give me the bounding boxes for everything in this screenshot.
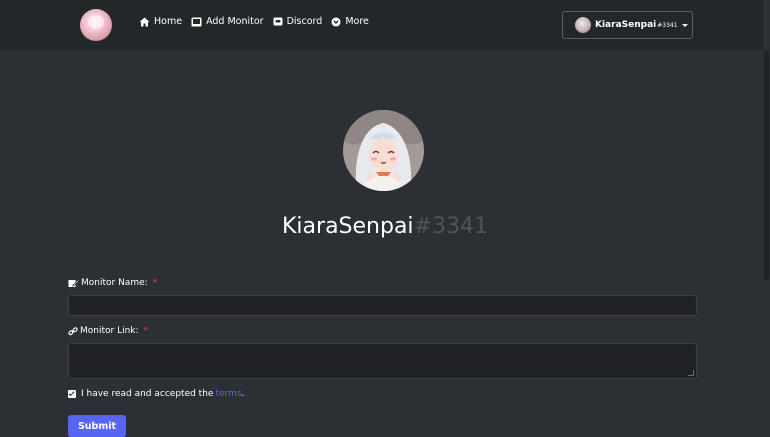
profile-discriminator: #3341 [413,214,488,239]
link-icon [68,326,78,335]
nav-item-label: Add Monitor [206,16,264,27]
profile-avatar [343,110,424,191]
user-tag: #3341 [657,21,678,29]
brand-logo-avatar[interactable] [80,9,112,41]
nav-links: Home Add Monitor Discord More [139,16,369,27]
nav-item-label: Discord [286,16,323,27]
monitor-name-input[interactable] [68,295,697,316]
nav-item-more[interactable]: More [331,16,369,27]
nav-item-label: More [345,16,369,27]
nav-item-label: Home [154,16,183,27]
terms-link-wrap: terms. [215,389,244,399]
user-dropdown[interactable]: KiaraSenpai #3341 [562,11,693,39]
caret-down-icon [681,23,688,27]
monitor-link-label: Monitor Link: * [68,326,148,336]
terms-checkbox[interactable] [68,390,76,398]
required-asterisk: * [143,326,149,336]
nav-item-add-monitor[interactable]: Add Monitor [191,16,264,27]
monitor-name-label: Monitor Name: * [68,278,157,288]
submit-button[interactable]: Submit [68,415,126,437]
edit-icon [68,279,79,287]
monitor-name-label-text: Monitor Name: [81,278,148,288]
required-asterisk: * [152,278,158,288]
nav-item-home[interactable]: Home [139,16,182,27]
chevron-circle-down-icon [331,17,341,26]
home-icon [139,17,150,26]
terms-text: I have read and accepted the [81,389,214,399]
terms-row: I have read and accepted the terms. [68,389,244,399]
discord-icon [273,17,283,25]
navbar: Home Add Monitor Discord More KiaraSenpa… [0,0,770,50]
profile-name-text: KiaraSenpai [282,214,414,239]
profile-username: KiaraSenpai#3341 [0,212,770,242]
resize-handle[interactable] [688,370,694,376]
monitor-link-textarea[interactable] [68,343,697,379]
monitor-icon [191,17,202,26]
terms-link[interactable]: terms [215,389,241,399]
monitor-link-label-text: Monitor Link: [80,326,139,336]
nav-item-discord[interactable]: Discord [273,16,323,27]
user-name: KiaraSenpai [595,20,657,30]
scrollbar-thumb[interactable] [764,50,769,280]
terms-period: . [241,389,245,399]
user-avatar [575,17,591,33]
